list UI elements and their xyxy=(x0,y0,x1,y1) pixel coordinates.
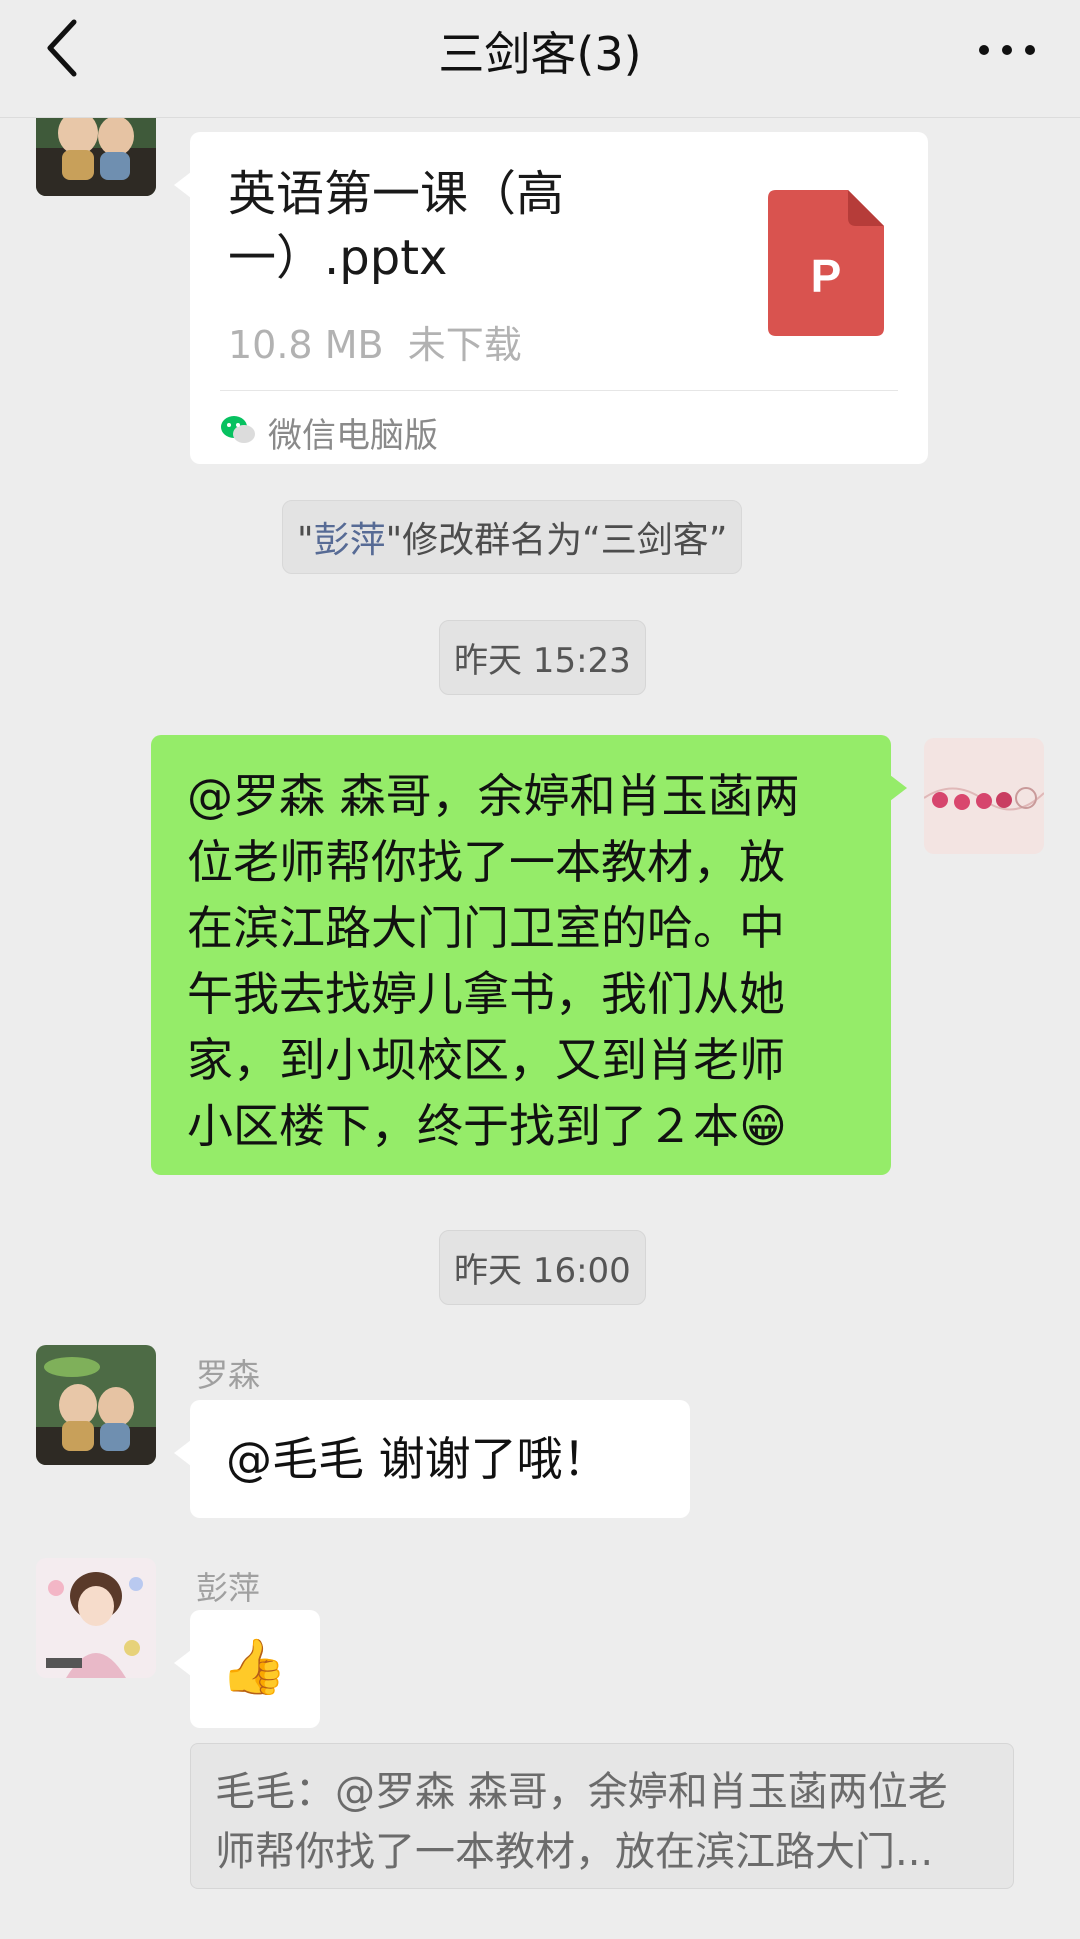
system-notice: "彭萍"修改群名为“三剑客” xyxy=(282,500,743,574)
file-icon-letter: P xyxy=(811,250,842,302)
avatar-self[interactable] xyxy=(924,738,1044,854)
file-name: 英语第一课（高一）.pptx xyxy=(228,166,565,286)
quote-line: 师帮你找了一本教材，放在滨江路大门... xyxy=(215,1829,934,1875)
thumbs-up-emoji: 👍 xyxy=(220,1635,288,1698)
chat-header: 三剑客(3) xyxy=(0,0,1080,118)
file-source-label: 微信电脑版 xyxy=(268,416,438,456)
sender-name: 罗森 xyxy=(196,1356,261,1394)
received-message-bubble[interactable]: @毛毛 谢谢了哦！ xyxy=(174,1400,690,1518)
quote-line: 毛毛：@罗森 森哥，余婷和肖玉菡两位老 xyxy=(215,1769,948,1815)
file-message-bubble[interactable]: 英语第一课（高一）.pptx 10.8 MB 未下载 P 微信电脑版 xyxy=(174,132,928,464)
received-message-text: @毛毛 谢谢了哦！ xyxy=(226,1432,609,1486)
more-button[interactable] xyxy=(974,30,1040,70)
file-meta: 10.8 MB 未下载 xyxy=(228,314,522,369)
file-download-status: 未下载 xyxy=(407,323,522,367)
divider xyxy=(220,390,898,391)
chat-title: 三剑客(3) xyxy=(438,27,642,81)
sender-name: 彭萍 xyxy=(196,1569,261,1607)
file-size: 10.8 MB xyxy=(228,323,384,367)
renamer-link[interactable]: 彭萍 xyxy=(314,520,386,561)
grin-emoji: 😁 xyxy=(739,1099,787,1153)
sent-message-text: @罗森 森哥，余婷和肖玉菡两 位老师帮你找了一本教材，放 在滨江路大门门卫室的哈… xyxy=(187,769,800,1153)
quoted-message[interactable]: 毛毛：@罗森 森哥，余婷和肖玉菡两位老 师帮你找了一本教材，放在滨江路大门... xyxy=(190,1743,1014,1889)
ellipsis-icon xyxy=(979,45,1035,55)
sent-message-bubble[interactable]: @罗森 森哥，余婷和肖玉菡两 位老师帮你找了一本教材，放 在滨江路大门门卫室的哈… xyxy=(151,735,907,1175)
chat-screen: 三剑客(3) 英语第一课（高一）.pptx 10.8 MB 未下载 P 微信电脑… xyxy=(0,0,1080,1939)
avatar-pengping[interactable] xyxy=(36,1558,156,1678)
received-emoji-bubble[interactable]: 👍 xyxy=(174,1610,320,1728)
wechat-icon xyxy=(220,414,256,446)
avatar-luosen[interactable] xyxy=(36,1345,156,1465)
timestamp: 昨天 15:23 xyxy=(439,620,646,695)
pptx-file-icon: P xyxy=(768,190,884,336)
timestamp: 昨天 16:00 xyxy=(439,1230,646,1305)
